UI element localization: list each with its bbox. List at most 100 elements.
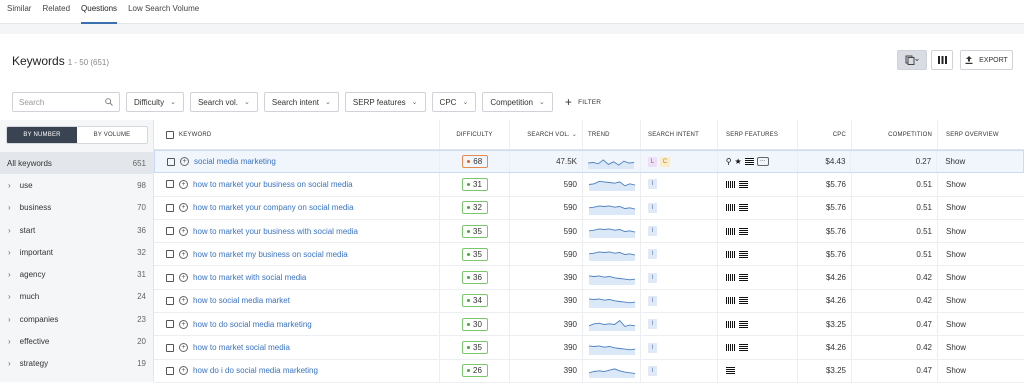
serp-overview-link[interactable]: Show — [946, 273, 966, 282]
cell-difficulty: 36 — [440, 266, 510, 289]
cell-trend — [583, 151, 641, 173]
chevron-right-icon[interactable]: › — [8, 248, 11, 257]
header-trend[interactable]: TREND — [583, 120, 641, 149]
add-to-list-icon[interactable]: + — [180, 157, 189, 167]
serp-overview-link[interactable]: Show — [946, 296, 966, 305]
add-to-list-icon[interactable]: + — [179, 343, 188, 353]
keyword-link[interactable]: how to do social media marketing — [193, 320, 312, 329]
group-item[interactable]: › effective 20 — [0, 330, 154, 352]
filter-cpc[interactable]: CPC ⌄ — [431, 92, 477, 112]
keyword-link[interactable]: how to market my business on social medi… — [193, 250, 348, 259]
row-checkbox[interactable] — [166, 250, 174, 259]
row-checkbox[interactable] — [166, 180, 174, 189]
keyword-link[interactable]: how do i do social media marketing — [193, 366, 318, 375]
chevron-right-icon[interactable]: › — [8, 270, 11, 279]
header-serp-overview[interactable]: SERP OVERVIEW — [938, 120, 1024, 149]
row-checkbox[interactable] — [166, 366, 174, 375]
group-item[interactable]: › much 24 — [0, 286, 154, 308]
keyword-link[interactable]: how to social media market — [193, 296, 290, 305]
filter-serp-features[interactable]: SERP features ⌄ — [344, 92, 426, 112]
serp-overview-link[interactable]: Show — [946, 320, 966, 329]
serp-overview-link[interactable]: Show — [946, 250, 966, 259]
tab-related[interactable]: Related — [42, 0, 70, 24]
chevron-right-icon[interactable]: › — [8, 337, 11, 346]
cell-search-volume: 390 — [510, 289, 583, 313]
serp-overview-link[interactable]: Show — [946, 203, 966, 212]
sitelinks-icon — [726, 344, 736, 352]
serp-overview-link[interactable]: Show — [945, 157, 965, 166]
cell-cpc: $5.76 — [798, 219, 852, 243]
tab-similar[interactable]: Similar — [7, 0, 31, 24]
row-checkbox[interactable] — [166, 227, 174, 236]
columns-button[interactable] — [931, 50, 953, 70]
filter-search-intent[interactable]: Search intent ⌄ — [263, 92, 339, 112]
group-item[interactable]: › use 98 — [0, 174, 154, 196]
group-item[interactable]: › important 32 — [0, 241, 154, 263]
header-difficulty[interactable]: DIFFICULTY — [440, 120, 510, 149]
chevron-right-icon[interactable]: › — [8, 315, 11, 324]
chevron-right-icon[interactable]: › — [8, 359, 11, 368]
search-input[interactable]: Search — [12, 92, 120, 112]
group-all-keywords[interactable]: All keywords 651 — [0, 152, 154, 175]
group-item[interactable]: › strategy 19 — [0, 353, 154, 375]
chevron-right-icon[interactable]: › — [8, 292, 11, 301]
keyword-link[interactable]: how to market your business on social me… — [193, 180, 353, 189]
keyword-link[interactable]: how to market with social media — [193, 273, 306, 282]
header-cpc[interactable]: CPC — [798, 120, 852, 149]
more-icon[interactable]: … — [756, 157, 769, 167]
cell-difficulty: 26 — [440, 359, 510, 382]
filter-search-volume[interactable]: Search vol. ⌄ — [189, 92, 258, 112]
tab-low-search-volume[interactable]: Low Search Volume — [128, 0, 199, 24]
row-checkbox[interactable] — [166, 296, 174, 305]
trend-sparkline — [588, 320, 635, 332]
serp-overview-link[interactable]: Show — [946, 366, 966, 375]
intent-badge: I — [648, 272, 657, 283]
header-competition[interactable]: COMPETITION — [852, 120, 938, 149]
group-item[interactable]: › companies 23 — [0, 308, 154, 330]
cell-competition: 0.47 — [852, 359, 938, 382]
serp-overview-link[interactable]: Show — [946, 227, 966, 236]
keyword-link[interactable]: social media marketing — [194, 157, 276, 166]
chevron-right-icon[interactable]: › — [8, 181, 11, 190]
row-checkbox[interactable] — [166, 203, 174, 212]
intent-badge: L — [647, 156, 657, 167]
header-search-intent[interactable]: SEARCH INTENT — [641, 120, 718, 149]
row-checkbox[interactable] — [166, 320, 174, 329]
add-to-list-icon[interactable]: + — [179, 226, 188, 236]
copy-button[interactable] — [897, 50, 927, 70]
filter-difficulty[interactable]: Difficulty ⌄ — [126, 92, 184, 112]
add-to-list-icon[interactable]: + — [179, 296, 188, 306]
filter-competition[interactable]: Competition ⌄ — [482, 92, 553, 112]
add-to-list-icon[interactable]: + — [179, 203, 188, 213]
chevron-right-icon[interactable]: › — [8, 226, 11, 235]
row-checkbox[interactable] — [166, 343, 174, 352]
group-item[interactable]: › business 70 — [0, 197, 154, 219]
add-to-list-icon[interactable]: + — [179, 179, 188, 189]
tab-questions[interactable]: Questions — [81, 0, 118, 24]
table-header: KEYWORD DIFFICULTY SEARCH VOL. ⌄ TREND SE… — [154, 120, 1024, 150]
keyword-link[interactable]: how to market your company on social med… — [193, 203, 354, 212]
difficulty-badge: 35 — [461, 341, 488, 355]
keyword-link[interactable]: how to market social media — [193, 343, 290, 352]
keyword-link[interactable]: how to market your business with social … — [193, 227, 358, 236]
export-button[interactable]: EXPORT — [960, 50, 1013, 70]
trend-sparkline — [588, 228, 635, 239]
add-to-list-icon[interactable]: + — [179, 366, 188, 376]
add-to-list-icon[interactable]: + — [179, 273, 188, 283]
row-checkbox[interactable] — [167, 157, 175, 166]
toggle-by-number[interactable]: BY NUMBER — [7, 127, 77, 143]
add-to-list-icon[interactable]: + — [179, 249, 188, 259]
serp-overview-link[interactable]: Show — [946, 180, 966, 189]
add-filter-button[interactable]: + FILTER — [565, 96, 601, 108]
chevron-right-icon[interactable]: › — [8, 203, 11, 212]
row-checkbox[interactable] — [166, 273, 174, 282]
add-to-list-icon[interactable]: + — [179, 319, 188, 329]
group-item[interactable]: › start 36 — [0, 219, 154, 241]
header-keyword[interactable]: KEYWORD — [154, 120, 440, 149]
select-all-checkbox[interactable] — [166, 130, 174, 139]
header-search-volume[interactable]: SEARCH VOL. ⌄ — [510, 120, 583, 149]
toggle-by-volume[interactable]: BY VOLUME — [77, 127, 147, 143]
header-serp-features[interactable]: SERP FEATURES — [718, 120, 798, 149]
serp-overview-link[interactable]: Show — [946, 343, 966, 352]
group-item[interactable]: › agency 31 — [0, 263, 154, 285]
